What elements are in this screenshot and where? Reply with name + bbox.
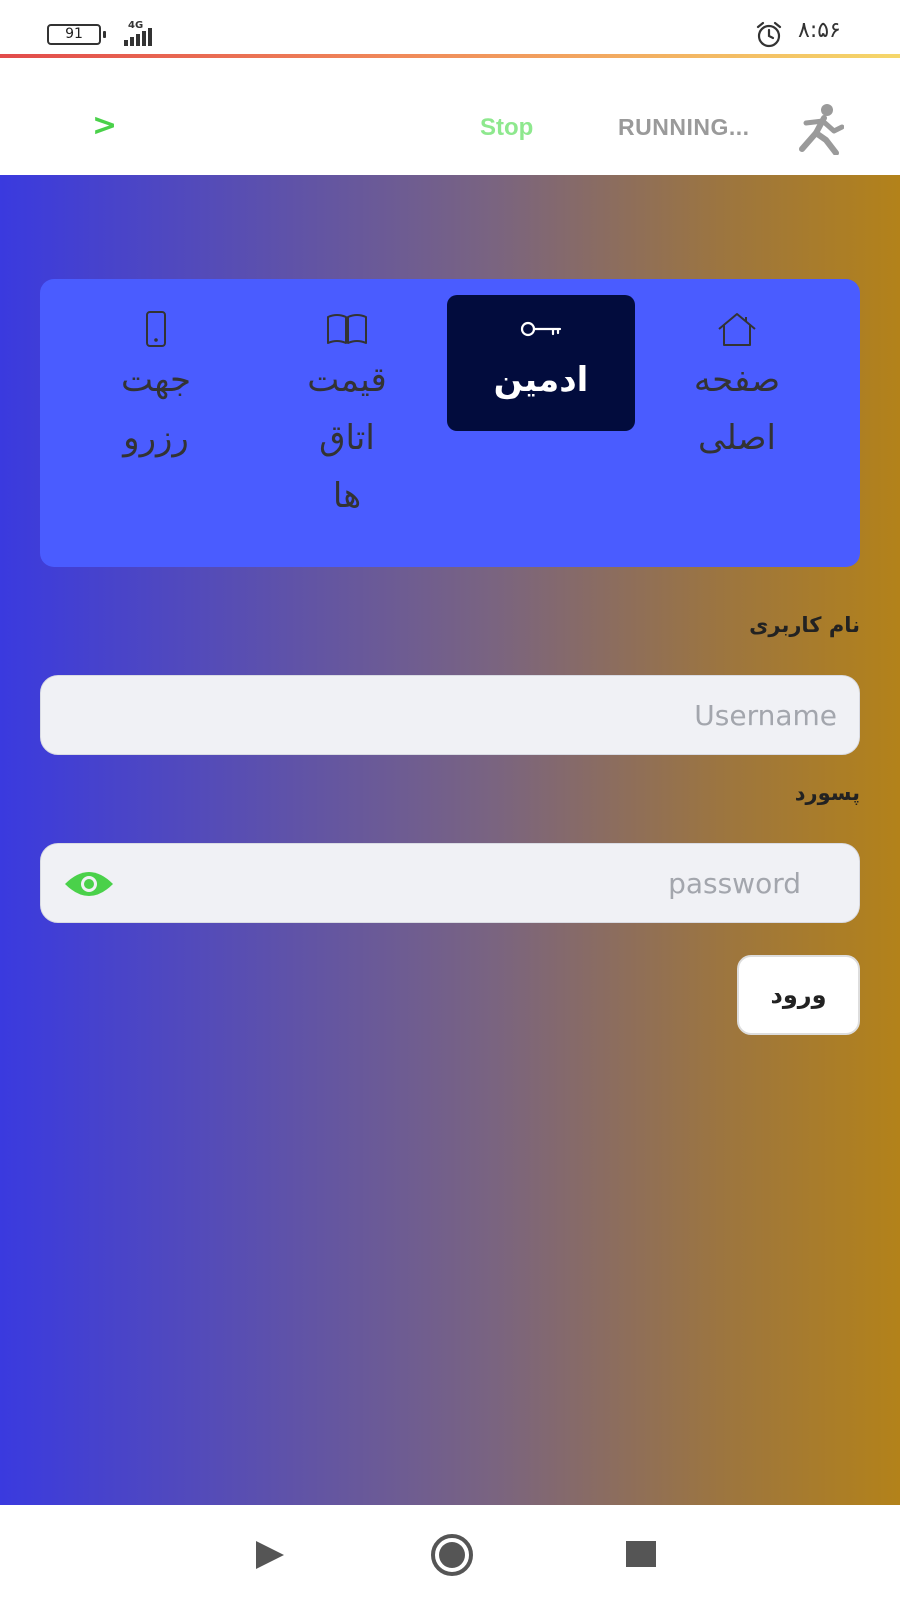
back-triangle-icon[interactable] — [250, 1535, 290, 1575]
nav-item-label: ها — [332, 476, 362, 516]
alarm-icon — [756, 21, 782, 48]
login-button[interactable]: ورود — [737, 955, 860, 1035]
phone-icon — [146, 311, 166, 347]
book-icon — [327, 314, 367, 344]
nav-item-label: جهت — [120, 360, 192, 400]
runner-icon — [799, 104, 844, 155]
nav-item-label: صفحه — [693, 360, 781, 400]
battery-level: 91 — [65, 26, 83, 42]
key-icon — [520, 321, 562, 337]
password-input[interactable] — [41, 844, 859, 922]
signal-icon: 4G — [124, 20, 174, 48]
nav-item-reserve[interactable]: جهت رزرو — [62, 295, 250, 469]
password-label: پسورد — [794, 781, 860, 805]
chevron-icon[interactable]: > — [92, 111, 117, 141]
username-label: نام کاربری — [749, 613, 860, 637]
app-bar: > Stop RUNNING... — [0, 58, 900, 175]
home-icon — [718, 313, 756, 346]
system-nav-bar — [0, 1505, 900, 1600]
battery-icon: 91 — [47, 24, 106, 45]
eye-icon[interactable] — [63, 868, 115, 900]
nav-item-admin[interactable]: ادمین — [447, 295, 635, 431]
username-input[interactable] — [41, 676, 859, 754]
recents-square-icon[interactable] — [622, 1535, 662, 1575]
username-field — [40, 675, 860, 755]
password-field — [40, 843, 860, 923]
home-circle-icon[interactable] — [430, 1533, 474, 1577]
nav-item-label: ادمین — [493, 360, 589, 400]
stop-button[interactable]: Stop — [480, 114, 533, 142]
nav-card: جهت رزرو قیمت اتاق ها ادمین صفحه اصلی — [40, 279, 860, 567]
nav-item-label: اصلی — [698, 418, 776, 458]
running-status: RUNNING... — [618, 114, 750, 140]
nav-item-label: قیمت — [307, 360, 387, 400]
status-bar: 91 4G ۸:۵۶ — [0, 0, 900, 56]
nav-item-room-prices[interactable]: قیمت اتاق ها — [253, 295, 441, 527]
nav-item-label: رزرو — [123, 418, 189, 458]
nav-item-label: اتاق — [319, 418, 375, 458]
nav-item-home[interactable]: صفحه اصلی — [643, 295, 831, 469]
clock: ۸:۵۶ — [798, 18, 841, 43]
main-content: جهت رزرو قیمت اتاق ها ادمین صفحه اصلی نا… — [0, 175, 900, 1505]
